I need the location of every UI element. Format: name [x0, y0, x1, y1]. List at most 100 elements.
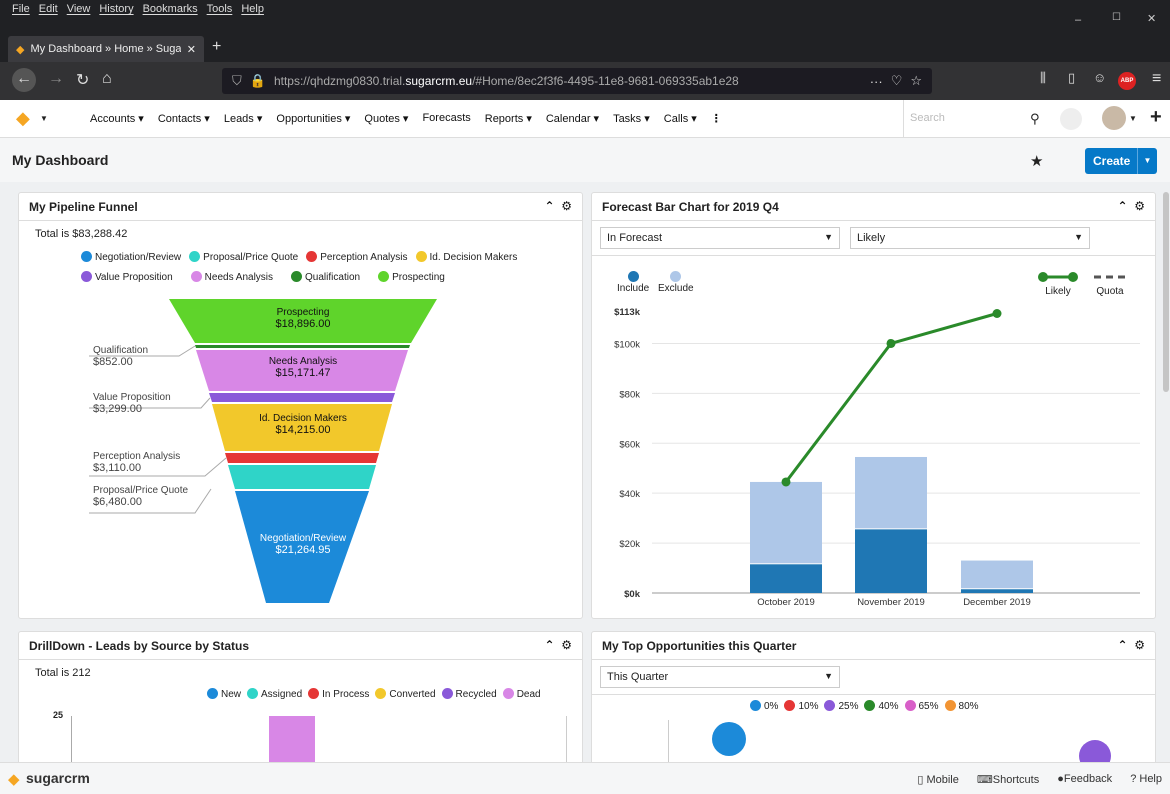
close-window-icon[interactable]: ✕ — [1147, 12, 1156, 25]
footer-feedback[interactable]: ●Feedback — [1057, 773, 1112, 786]
nav-module-0[interactable]: Accounts ▾ — [90, 112, 144, 125]
nav-module-9[interactable]: Calls ▾ — [664, 112, 697, 125]
funnel-segment-perception-analysis[interactable] — [225, 453, 379, 463]
y-tick-label: $113k — [614, 307, 641, 318]
drilldown-bar-dead[interactable] — [269, 716, 315, 765]
hamburger-menu-icon[interactable]: ≡ — [1152, 70, 1161, 88]
legend-item[interactable]: 80% — [944, 700, 979, 712]
home-icon[interactable]: ⌂ — [102, 70, 112, 88]
legend-item[interactable]: 40% — [864, 700, 899, 712]
legend-dot-icon — [502, 688, 514, 699]
funnel-segment-proposal-price-quote[interactable] — [228, 465, 376, 489]
user-dropdown-icon[interactable]: ▼ — [1129, 114, 1137, 123]
y-tick-label: $20k — [619, 539, 640, 550]
legend-dot-icon — [247, 688, 259, 699]
legend-item[interactable]: 65% — [904, 700, 939, 712]
footer-shortcuts[interactable]: ⌨Shortcuts — [977, 773, 1039, 786]
likely-point[interactable] — [992, 308, 1002, 318]
nav-module-4[interactable]: Quotes ▾ — [364, 112, 408, 125]
footer-help[interactable]: ? Help — [1130, 773, 1162, 786]
browser-tab[interactable]: ◆ My Dashboard » Home » Sugar ✕ — [8, 36, 204, 62]
maximize-icon[interactable]: ☐ — [1112, 12, 1121, 23]
funnel-segment-qualification[interactable] — [195, 345, 410, 348]
legend-item[interactable]: 0% — [750, 700, 778, 712]
menu-bookmarks[interactable]: Bookmarks — [143, 3, 198, 15]
search-icon[interactable]: ⚲ — [1030, 111, 1040, 127]
bar-exclude[interactable] — [855, 456, 927, 529]
bookmark-star-icon[interactable]: ☆ — [910, 73, 922, 89]
pocket-icon[interactable]: ♡ — [891, 73, 903, 89]
create-dropdown-icon[interactable]: ▼ — [1137, 148, 1157, 174]
collapse-icon[interactable]: ⌃ — [545, 638, 555, 652]
quick-create-icon[interactable]: + — [1150, 106, 1162, 129]
gear-icon[interactable]: ⚙ — [561, 638, 572, 652]
legend-item[interactable]: Recycled — [441, 688, 497, 700]
sugar-logo-icon: ◆ — [8, 771, 20, 788]
collapse-icon[interactable]: ⌃ — [1118, 638, 1128, 652]
nav-module-1[interactable]: Contacts ▾ — [158, 112, 210, 125]
favorite-star-icon[interactable]: ★ — [1030, 152, 1043, 170]
topopps-axis — [668, 720, 669, 765]
footer-brand[interactable]: sugarcrm — [26, 770, 90, 786]
nav-module-10[interactable]: ⋮ — [711, 112, 722, 125]
nav-module-7[interactable]: Calendar ▾ — [546, 112, 599, 125]
legend-item[interactable]: Assigned — [247, 688, 302, 700]
legend-item[interactable]: 25% — [824, 700, 858, 712]
menu-file[interactable]: File — [12, 3, 30, 15]
speech-bubble-icon: ● — [1057, 773, 1064, 785]
sidebar-icon[interactable]: ▯ — [1068, 70, 1075, 86]
menu-edit[interactable]: Edit — [39, 3, 58, 15]
logo-dropdown-icon[interactable]: ▼ — [40, 114, 48, 123]
avatar[interactable] — [1102, 106, 1126, 130]
legend-item[interactable]: In Process — [308, 688, 369, 700]
sugar-logo-icon[interactable]: ◆ — [16, 108, 30, 129]
nav-module-3[interactable]: Opportunities ▾ — [276, 112, 350, 125]
legend-item[interactable]: Converted — [375, 688, 436, 700]
scrollbar-thumb[interactable] — [1163, 192, 1169, 392]
more-icon[interactable]: ··· — [870, 74, 883, 89]
account-icon[interactable]: ☺ — [1093, 70, 1106, 85]
adblock-icon[interactable]: ABP — [1118, 72, 1136, 90]
page-scrollbar[interactable] — [1162, 182, 1170, 762]
divider — [592, 694, 1155, 695]
nav-module-6[interactable]: Reports ▾ — [485, 112, 532, 125]
nav-module-8[interactable]: Tasks ▾ — [613, 112, 650, 125]
legend-dot-icon — [904, 700, 916, 711]
create-button[interactable]: Create ▼ — [1085, 148, 1157, 174]
gear-icon[interactable]: ⚙ — [1134, 638, 1145, 652]
minimize-icon[interactable]: – — [1075, 14, 1081, 26]
funnel-label-value-proposition: Value Proposition $3,299.00 — [93, 392, 171, 415]
quarter-select[interactable]: This Quarter ▼ — [600, 666, 840, 688]
nav-module-2[interactable]: Leads ▾ — [224, 112, 263, 125]
nav-module-5[interactable]: Forecasts — [422, 112, 470, 125]
menu-history[interactable]: History — [99, 3, 133, 15]
url-bar[interactable]: ⛉ 🔒 https://qhdzmg0830.trial.sugarcrm.eu… — [222, 68, 932, 94]
library-icon[interactable]: ⫼ — [1040, 70, 1046, 86]
legend-item[interactable]: New — [207, 688, 241, 700]
menu-help[interactable]: Help — [241, 3, 264, 15]
likely-point[interactable] — [781, 477, 791, 487]
funnel-segment-value-proposition[interactable] — [209, 393, 395, 402]
opportunity-bubble[interactable] — [712, 722, 746, 756]
back-icon[interactable]: ← — [12, 68, 36, 92]
dashlet-controls: ⌃ ⚙ — [1118, 638, 1146, 652]
bar-include[interactable] — [855, 529, 927, 593]
footer-mobile[interactable]: ▯ Mobile — [917, 773, 959, 786]
notifications-icon[interactable] — [1060, 108, 1082, 130]
bar-include[interactable] — [961, 589, 1033, 593]
reload-icon[interactable]: ↻ — [76, 70, 89, 90]
bar-exclude[interactable] — [961, 560, 1033, 589]
new-tab-icon[interactable]: + — [212, 38, 221, 56]
legend-item[interactable]: 10% — [784, 700, 818, 712]
bar-exclude[interactable] — [750, 481, 822, 564]
x-tick-label: November 2019 — [857, 597, 925, 608]
forward-icon[interactable]: → — [48, 70, 64, 88]
bar-include[interactable] — [750, 564, 822, 593]
likely-point[interactable] — [886, 338, 896, 348]
menu-view[interactable]: View — [67, 3, 91, 15]
legend-item[interactable]: Dead — [502, 688, 541, 700]
menu-tools[interactable]: Tools — [207, 3, 233, 15]
footer: ◆ sugarcrm ▯ Mobile ⌨Shortcuts ●Feedback… — [0, 762, 1170, 794]
likely-line — [784, 312, 998, 483]
tab-close-icon[interactable]: ✕ — [187, 43, 196, 56]
